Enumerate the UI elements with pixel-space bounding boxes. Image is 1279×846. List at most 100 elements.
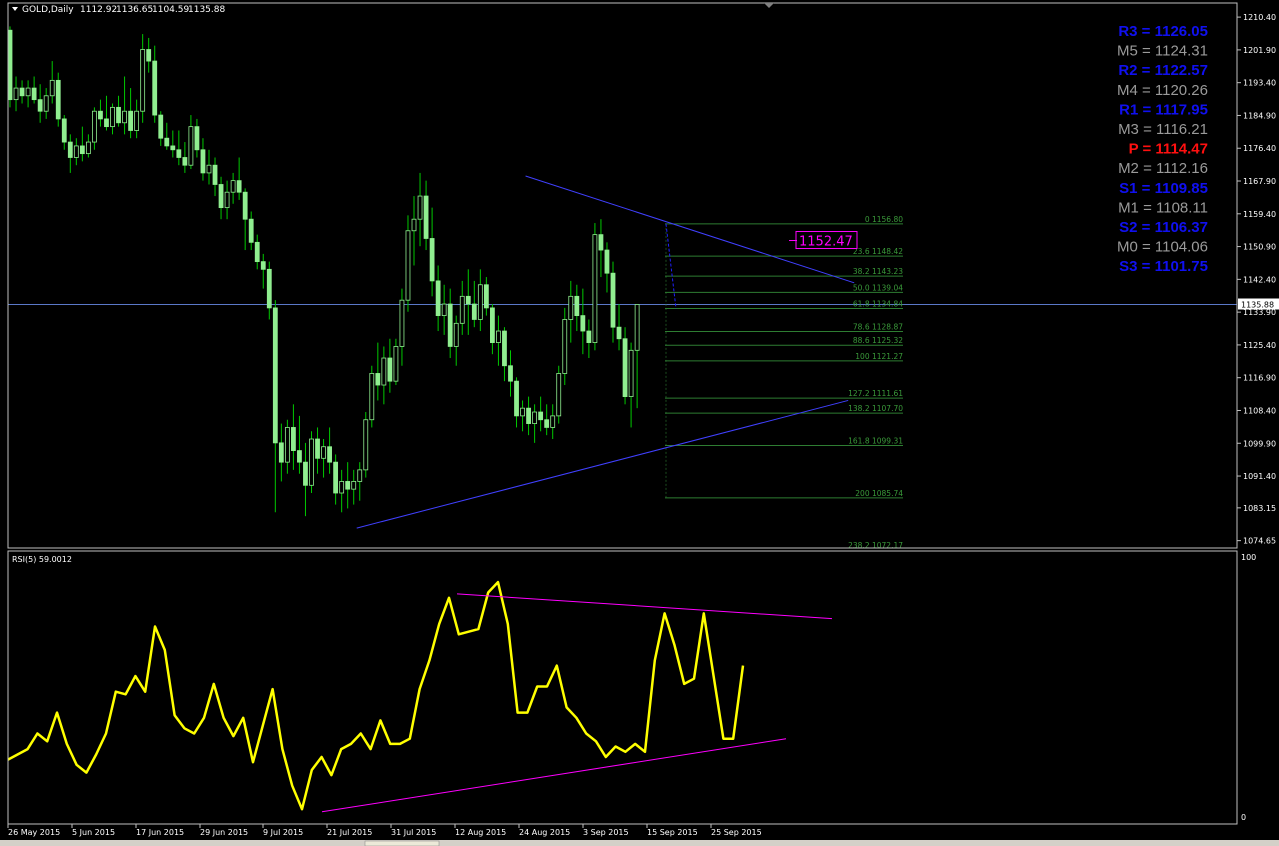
rsi-axis-min: 0 [1241, 813, 1246, 822]
pivot-level: R2 = 1122.57 [1118, 62, 1208, 79]
bearish-candle [254, 241, 260, 263]
bearish-candle [315, 438, 320, 459]
bearish-candle [104, 118, 109, 128]
rsi-label: RSI(5) 59.0012 [12, 555, 72, 564]
fib-level-label: 23.6 1148.42 [853, 247, 903, 256]
bearish-candle [176, 149, 182, 158]
bullish-candle [110, 106, 115, 128]
pivot-level: S3 = 1101.75 [1119, 258, 1208, 275]
bullish-candle [520, 407, 525, 417]
price-tick-label: 1193.40 [1243, 79, 1276, 88]
bearish-candle [200, 149, 206, 174]
fib-level-label: 78.6 1128.87 [853, 323, 903, 332]
price-tick-label: 1159.40 [1243, 210, 1276, 219]
bullish-candle [309, 438, 314, 486]
fib-level-label: 161.8 1099.31 [848, 437, 903, 446]
time-tick-label: 24 Aug 2015 [519, 828, 570, 837]
bearish-candle [586, 330, 592, 344]
time-tick-label: 26 May 2015 [8, 828, 60, 837]
bearish-candle [31, 87, 37, 101]
bullish-candle [134, 110, 140, 131]
bearish-candle [580, 315, 586, 332]
bearish-candle [514, 380, 519, 417]
pivot-level: M2 = 1112.16 [1118, 160, 1208, 177]
bearish-candle [345, 481, 351, 490]
bearish-candle [447, 303, 453, 347]
bullish-candle [321, 446, 326, 459]
fib-level-label: 61.8 1134.84 [853, 300, 903, 309]
price-label-value: 1152.47 [799, 235, 853, 250]
horizontal-scrollbar-thumb[interactable] [364, 840, 440, 846]
fib-level-label: 38.2 1143.23 [853, 267, 903, 276]
bullish-candle [592, 234, 598, 344]
fib-level-label: 0 1156.80 [865, 215, 903, 224]
bullish-candle [25, 87, 31, 97]
bearish-candle [182, 157, 188, 166]
bearish-candle [435, 280, 441, 317]
bullish-candle [441, 303, 447, 317]
time-tick-label: 25 Sep 2015 [711, 828, 762, 837]
bearish-candle [423, 195, 429, 239]
price-tick-label: 1083.15 [1243, 504, 1276, 513]
bearish-candle [598, 234, 604, 251]
bullish-candle [357, 469, 363, 482]
time-tick-label: 31 Jul 2015 [391, 828, 436, 837]
bearish-candle [502, 330, 507, 367]
fib-level-label: 127.2 1111.61 [848, 389, 903, 398]
horizontal-scrollbar-track[interactable] [0, 840, 1279, 846]
bullish-candle [140, 49, 146, 112]
time-tick-label: 12 Aug 2015 [455, 828, 506, 837]
bearish-candle [291, 427, 296, 451]
bearish-candle [236, 180, 242, 193]
bearish-candle [158, 114, 164, 139]
bullish-candle [477, 284, 483, 320]
bullish-candle [634, 304, 640, 351]
pivot-level: M4 = 1120.26 [1117, 82, 1208, 99]
bearish-candle [429, 238, 435, 282]
price-tick-label: 1201.90 [1243, 46, 1276, 55]
bearish-candle [387, 357, 393, 382]
chart-symbol: GOLD,Daily [22, 5, 74, 15]
bearish-candle [604, 249, 610, 274]
pivot-level: R1 = 1117.95 [1119, 101, 1208, 118]
bullish-candle [92, 110, 97, 143]
bearish-candle [465, 295, 471, 305]
bearish-candle [260, 261, 266, 270]
pivot-level: M1 = 1108.11 [1118, 199, 1208, 216]
bullish-candle [556, 373, 562, 417]
bearish-candle [278, 442, 284, 463]
fib-level-label: 88.6 1125.32 [853, 336, 903, 345]
bullish-candle [73, 145, 79, 158]
price-tick-label: 1125.40 [1243, 341, 1276, 350]
time-tick-label: 15 Sep 2015 [647, 828, 698, 837]
price-tick-label: 1167.90 [1243, 177, 1276, 186]
bearish-candle [489, 307, 495, 344]
bearish-candle [61, 118, 67, 143]
price-tick-label: 1099.90 [1243, 439, 1276, 448]
bullish-candle [405, 230, 411, 301]
pivot-level: M3 = 1116.21 [1118, 121, 1208, 138]
bullish-candle [230, 180, 236, 193]
bullish-candle [417, 195, 423, 220]
bullish-candle [399, 299, 405, 347]
bullish-candle [628, 349, 634, 397]
price-tick-label: 1108.40 [1243, 406, 1276, 415]
bullish-candle [453, 322, 459, 347]
bullish-candle [351, 481, 357, 490]
bearish-candle [79, 145, 85, 155]
price-tick-label: 1150.90 [1243, 243, 1276, 252]
pivot-level: S2 = 1106.37 [1119, 219, 1208, 236]
bearish-candle [116, 106, 121, 124]
pivot-level: P = 1114.47 [1129, 141, 1208, 158]
bearish-candle [622, 338, 628, 397]
bearish-candle [128, 110, 134, 131]
fib-level-label: 238.2 1072.17 [848, 541, 903, 550]
bullish-candle [369, 373, 375, 421]
time-tick-label: 3 Sep 2015 [583, 828, 629, 837]
time-tick-label: 9 Jul 2015 [263, 828, 303, 837]
bullish-candle [550, 415, 556, 428]
price-tick-label: 1116.90 [1243, 374, 1276, 383]
bullish-candle [532, 411, 538, 424]
bearish-candle [218, 184, 224, 209]
bullish-candle [43, 95, 49, 112]
